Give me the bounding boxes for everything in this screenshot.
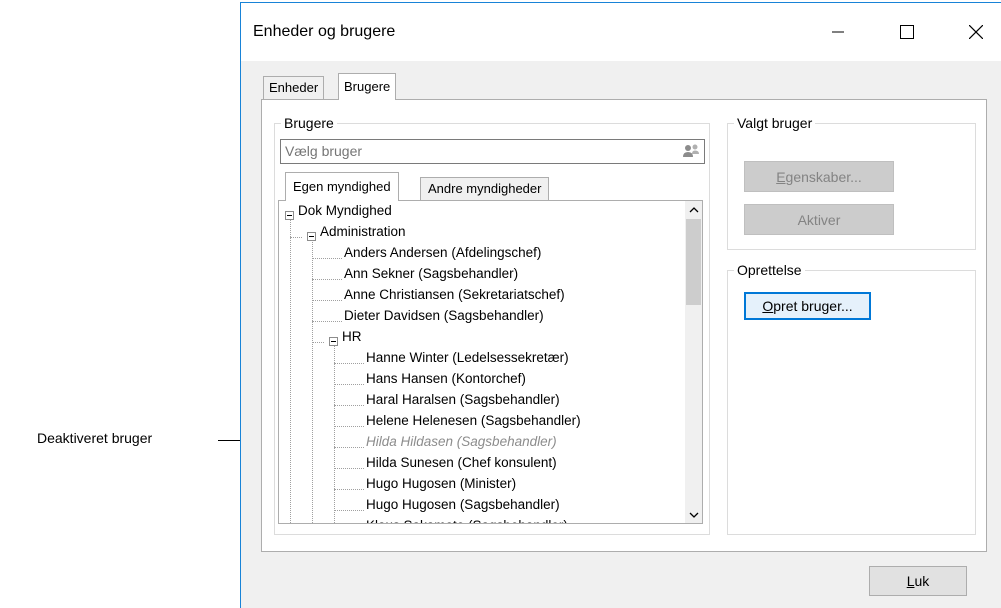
collapse-icon[interactable] xyxy=(285,211,294,220)
minimize-button[interactable] xyxy=(815,17,861,47)
chevron-up-icon xyxy=(689,206,698,212)
tree-user[interactable]: Ann Sekner (Sagsbehandler) xyxy=(344,263,518,284)
tree-node-administration[interactable]: Administration xyxy=(320,221,406,242)
tree-user[interactable]: Dieter Davidsen (Sagsbehandler) xyxy=(344,305,544,326)
opret-bruger-button[interactable]: Opret bruger... xyxy=(744,292,871,320)
tab-brugere[interactable]: Brugere xyxy=(338,73,397,100)
minimize-icon xyxy=(832,31,844,33)
tab-enheder[interactable]: Enheder xyxy=(263,76,325,99)
oprettelse-groupbox: Oprettelse Opret bruger... xyxy=(727,262,976,535)
collapse-icon[interactable] xyxy=(329,337,338,346)
oprettelse-legend: Oprettelse xyxy=(734,262,805,278)
close-button[interactable] xyxy=(953,17,999,47)
egenskaber-button[interactable]: Egenskaber... xyxy=(744,161,894,192)
tab-egen-myndighed[interactable]: Egen myndighed xyxy=(285,172,399,201)
annotation-label: Deaktiveret bruger xyxy=(37,430,153,446)
luk-button[interactable]: Luk xyxy=(869,566,967,596)
collapse-icon[interactable] xyxy=(307,232,316,241)
tree-user[interactable]: Hilda Sunesen (Chef konsulent) xyxy=(366,452,557,473)
brugere-legend: Brugere xyxy=(281,115,337,131)
tree-user-deactivated[interactable]: Hilda Hildasen (Sagsbehandler) xyxy=(366,431,557,452)
tab-andre-myndigheder[interactable]: Andre myndigheder xyxy=(420,177,550,201)
title-bar: Enheder og brugere xyxy=(241,3,1001,61)
window-title: Enheder og brugere xyxy=(253,23,396,40)
tree-user[interactable]: Helene Helenesen (Sagsbehandler) xyxy=(366,410,581,431)
maximize-button[interactable] xyxy=(884,17,930,47)
scroll-thumb[interactable] xyxy=(686,219,701,305)
user-tree: Dok Myndighed Administration Anders Ande… xyxy=(278,200,703,524)
chevron-down-icon xyxy=(689,512,698,518)
tree-scrollbar[interactable] xyxy=(685,201,702,523)
tree-user[interactable]: Klaus Sakamoto (Sagsbehandler) xyxy=(366,515,568,523)
tree-user[interactable]: Hans Hansen (Kontorchef) xyxy=(366,368,526,389)
search-input[interactable] xyxy=(285,143,665,159)
tree-node-dok-myndighed[interactable]: Dok Myndighed xyxy=(298,201,392,221)
scroll-up-button[interactable] xyxy=(685,201,702,218)
tree-user[interactable]: Anne Christiansen (Sekretariatschef) xyxy=(344,284,565,305)
tree-user[interactable]: Hugo Hugosen (Minister) xyxy=(366,473,516,494)
aktiver-button[interactable]: Aktiver xyxy=(744,204,894,235)
tree-user[interactable]: Hugo Hugosen (Sagsbehandler) xyxy=(366,494,560,515)
valgt-bruger-legend: Valgt bruger xyxy=(734,115,816,131)
tree-user[interactable]: Anders Andersen (Afdelingschef) xyxy=(344,242,541,263)
tree-user[interactable]: Haral Haralsen (Sagsbehandler) xyxy=(366,389,560,410)
tree-node-hr[interactable]: HR xyxy=(342,326,362,347)
brugere-tab-page: Brugere Egen myndighed Andre myndigheder xyxy=(261,99,987,552)
dialog-window: Enheder og brugere Enheder Brugere Bruge… xyxy=(240,2,1001,608)
close-icon xyxy=(969,25,983,39)
scroll-down-button[interactable] xyxy=(685,506,702,523)
user-search-icon[interactable] xyxy=(682,143,700,159)
brugere-groupbox: Brugere Egen myndighed Andre myndigheder xyxy=(274,115,710,535)
maximize-icon xyxy=(900,25,914,39)
valgt-bruger-groupbox: Valgt bruger Egenskaber... Aktiver xyxy=(727,115,976,250)
search-box xyxy=(280,139,705,164)
tree-user[interactable]: Hanne Winter (Ledelsessekretær) xyxy=(366,347,569,368)
